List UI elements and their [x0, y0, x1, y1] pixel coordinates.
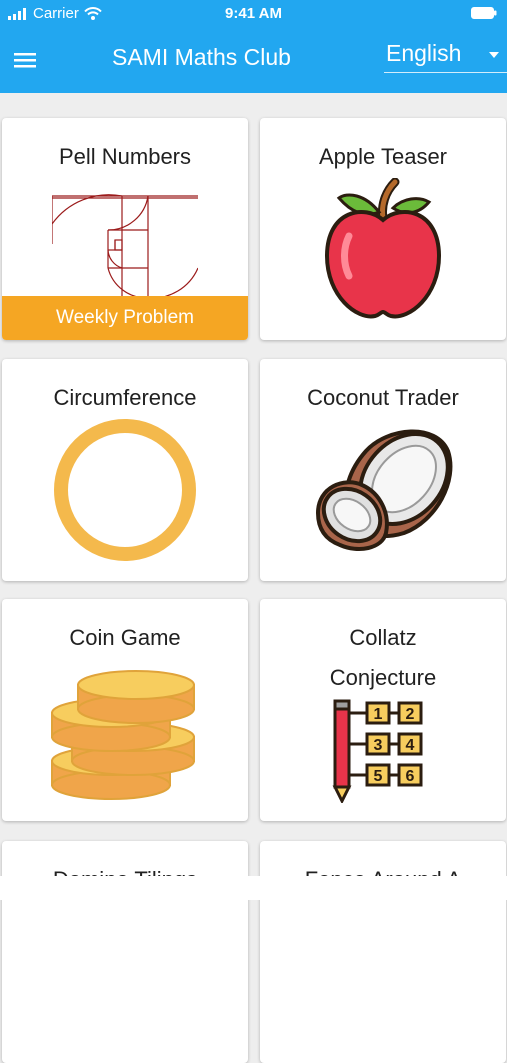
- card-title: Coconut Trader: [307, 385, 459, 410]
- status-bar: Carrier 9:41 AM: [0, 0, 507, 28]
- coin-stack-icon: [51, 670, 195, 800]
- bottom-edge: [0, 876, 507, 900]
- card-title: Circumference: [53, 385, 197, 410]
- grid-number: 5: [374, 768, 383, 785]
- grid-number: 1: [374, 706, 383, 723]
- problem-card-coconut-trader[interactable]: Coconut Trader: [260, 359, 506, 581]
- card-title: Coin Game: [69, 625, 181, 650]
- grid-number: 3: [374, 737, 383, 754]
- grid-number: 6: [406, 768, 415, 785]
- pell-spiral-icon: [52, 194, 198, 298]
- language-selected: English: [386, 40, 462, 66]
- card-title: Apple Teaser: [318, 144, 447, 169]
- app-bar: SAMI Maths Club English: [0, 28, 507, 93]
- dropdown-arrow-icon: [489, 52, 499, 58]
- circle-ring-icon: [54, 419, 196, 561]
- problem-card-fence-around-a[interactable]: Fence Around A: [260, 841, 506, 1063]
- hamburger-menu-icon[interactable]: [12, 46, 40, 74]
- grid-number: 2: [406, 706, 415, 723]
- problem-card-circumference[interactable]: Circumference: [2, 359, 248, 581]
- apple-icon: [324, 178, 442, 319]
- card-title: Pell Numbers: [58, 144, 192, 169]
- app-title: SAMI Maths Club: [112, 44, 291, 70]
- grid-number: 4: [406, 737, 415, 754]
- problem-card-pell-numbers[interactable]: Pell Numbers Weekly Problem: [2, 118, 248, 340]
- coconut-icon: [315, 429, 453, 551]
- card-title-line2: Conjecture: [329, 665, 437, 690]
- problem-card-apple-teaser[interactable]: Apple Teaser: [260, 118, 506, 340]
- card-title-line1: Collatz: [349, 625, 417, 650]
- weekly-problem-banner: Weekly Problem: [2, 296, 248, 340]
- problem-card-domino-tilings[interactable]: Domino Tilings: [2, 841, 248, 1063]
- status-time: 9:41 AM: [225, 5, 282, 22]
- battery-icon: [471, 7, 497, 19]
- number-grid-pencil-icon: 1 2 3 4 5 6: [332, 699, 423, 803]
- problem-card-coin-game[interactable]: Coin Game: [2, 599, 248, 821]
- problem-card-collatz-conjecture[interactable]: Collatz Conjecture 1 2 3 4 5 6: [260, 599, 506, 821]
- language-dropdown[interactable]: English: [384, 38, 507, 73]
